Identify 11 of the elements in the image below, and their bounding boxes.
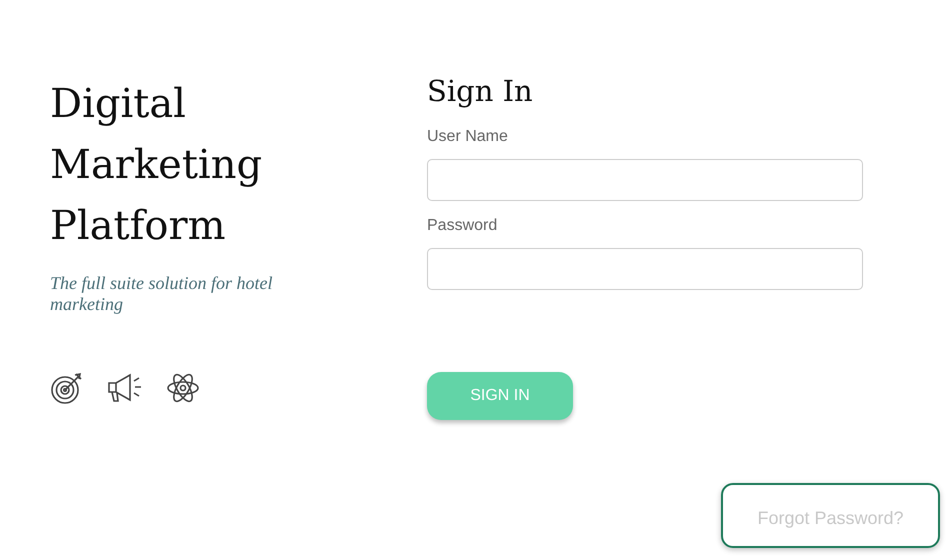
platform-title: Digital Marketing Platform <box>50 80 264 251</box>
input-field[interactable] <box>427 248 863 290</box>
tagline: The full suite solution for hotel marketing <box>50 273 274 315</box>
atom-icon <box>166 371 200 405</box>
field-label: Password <box>427 217 498 235</box>
field-label: User Name <box>427 128 509 146</box>
form-title: Sign In <box>427 74 533 108</box>
target-icon <box>50 371 84 405</box>
input-field[interactable] <box>427 159 863 201</box>
megaphone-icon <box>106 372 144 404</box>
sign-in-button[interactable]: SIGN IN <box>427 372 573 420</box>
